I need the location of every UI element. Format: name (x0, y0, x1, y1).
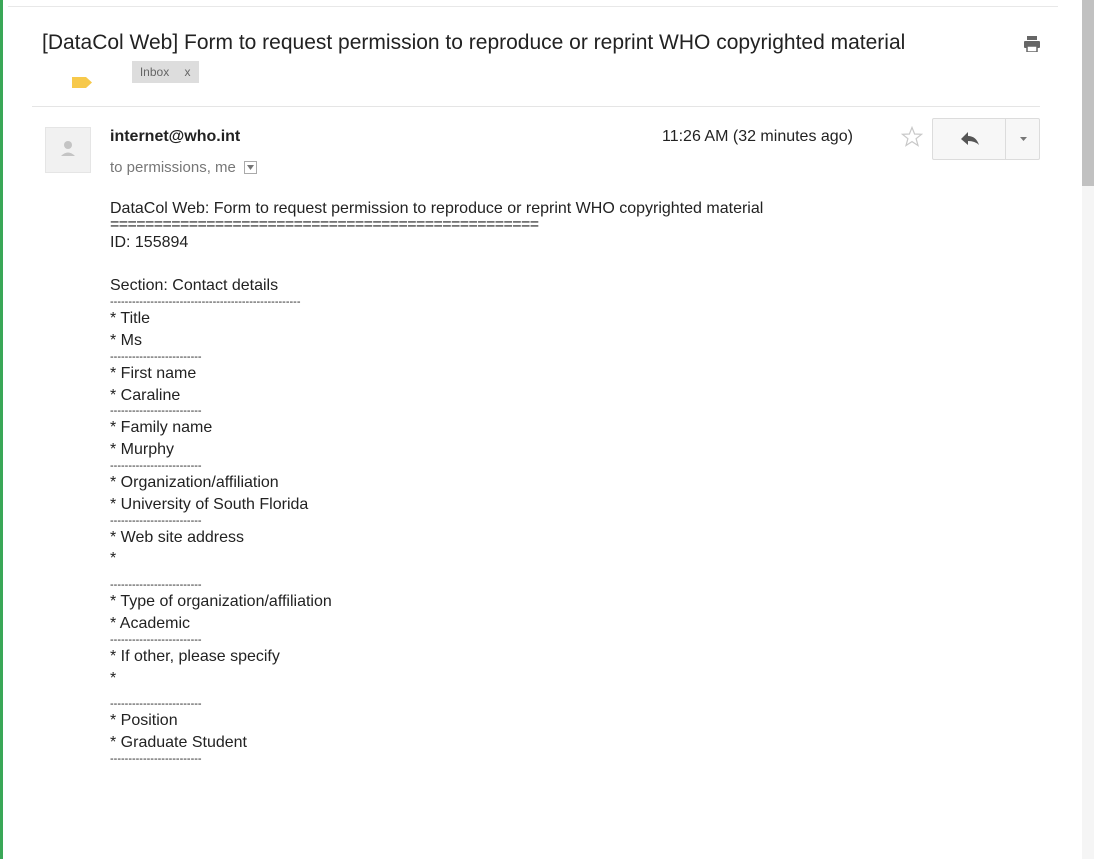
field-rule: ------------------------- (110, 515, 202, 527)
message-body: DataCol Web: Form to request permission … (110, 198, 1010, 765)
field-label: * Organization/affiliation (110, 473, 279, 491)
body-heading: DataCol Web: Form to request permission … (110, 200, 764, 217)
field-value: * Murphy (110, 441, 175, 459)
field-label: * Web site address (110, 528, 244, 546)
field-label: * Position (110, 712, 178, 730)
field-value: * Caraline (110, 386, 181, 404)
double-rule: ========================================… (110, 219, 539, 232)
field-value: * (110, 550, 117, 568)
field-rule: ------------------------- (110, 406, 202, 418)
show-details-button[interactable] (244, 160, 258, 174)
header-divider (32, 106, 1040, 107)
reply-button[interactable] (932, 118, 1006, 160)
recipients-text: to permissions, me (110, 159, 236, 176)
field-label: * Type of organization/affiliation (110, 593, 332, 611)
field-value: * Academic (110, 614, 191, 632)
field-rule: ------------------------- (110, 460, 202, 472)
scrollbar-thumb[interactable] (1082, 0, 1094, 186)
more-options-button[interactable] (1005, 118, 1040, 160)
reply-icon (961, 132, 979, 145)
field-value: * Ms (110, 331, 142, 349)
section-rule: ----------------------------------------… (110, 297, 301, 309)
field-value: * University of South Florida (110, 495, 309, 513)
field-rule: ------------------------- (110, 351, 202, 363)
field-value: * (110, 669, 117, 687)
chevron-down-icon (247, 164, 255, 170)
sender-avatar (45, 127, 91, 173)
field-label: * If other, please specify (110, 647, 280, 665)
chevron-down-icon (1020, 137, 1027, 141)
recipients-line: to permissions, me (110, 159, 258, 176)
sender-address[interactable]: internet@who.int (110, 128, 240, 146)
print-icon[interactable] (1023, 36, 1041, 53)
email-subject: [DataCol Web] Form to request permission… (42, 28, 942, 88)
conversation-accent-rail (0, 0, 3, 859)
field-label: * Family name (110, 419, 213, 437)
field-rule: ------------------------- (110, 580, 202, 592)
label-tag-icon[interactable] (72, 67, 92, 88)
field-label: * Title (110, 310, 151, 328)
subject-text: [DataCol Web] Form to request permission… (42, 31, 906, 54)
person-icon (61, 141, 75, 156)
section-line: Section: Contact details (110, 277, 279, 295)
inbox-label-chip: Inbox x (131, 61, 199, 84)
field-rule: ------------------------- (110, 699, 202, 711)
top-divider (8, 6, 1058, 7)
field-rule: ------------------------- (110, 634, 202, 646)
id-line: ID: 155894 (110, 233, 189, 251)
remove-label-button[interactable]: x (185, 65, 191, 79)
field-value: * Graduate Student (110, 734, 247, 752)
field-rule: ------------------------- (110, 753, 202, 765)
inbox-label-text: Inbox (139, 65, 170, 80)
field-label: * First name (110, 364, 197, 382)
star-icon[interactable] (900, 125, 924, 148)
message-time: 11:26 AM (32 minutes ago) (662, 128, 853, 145)
